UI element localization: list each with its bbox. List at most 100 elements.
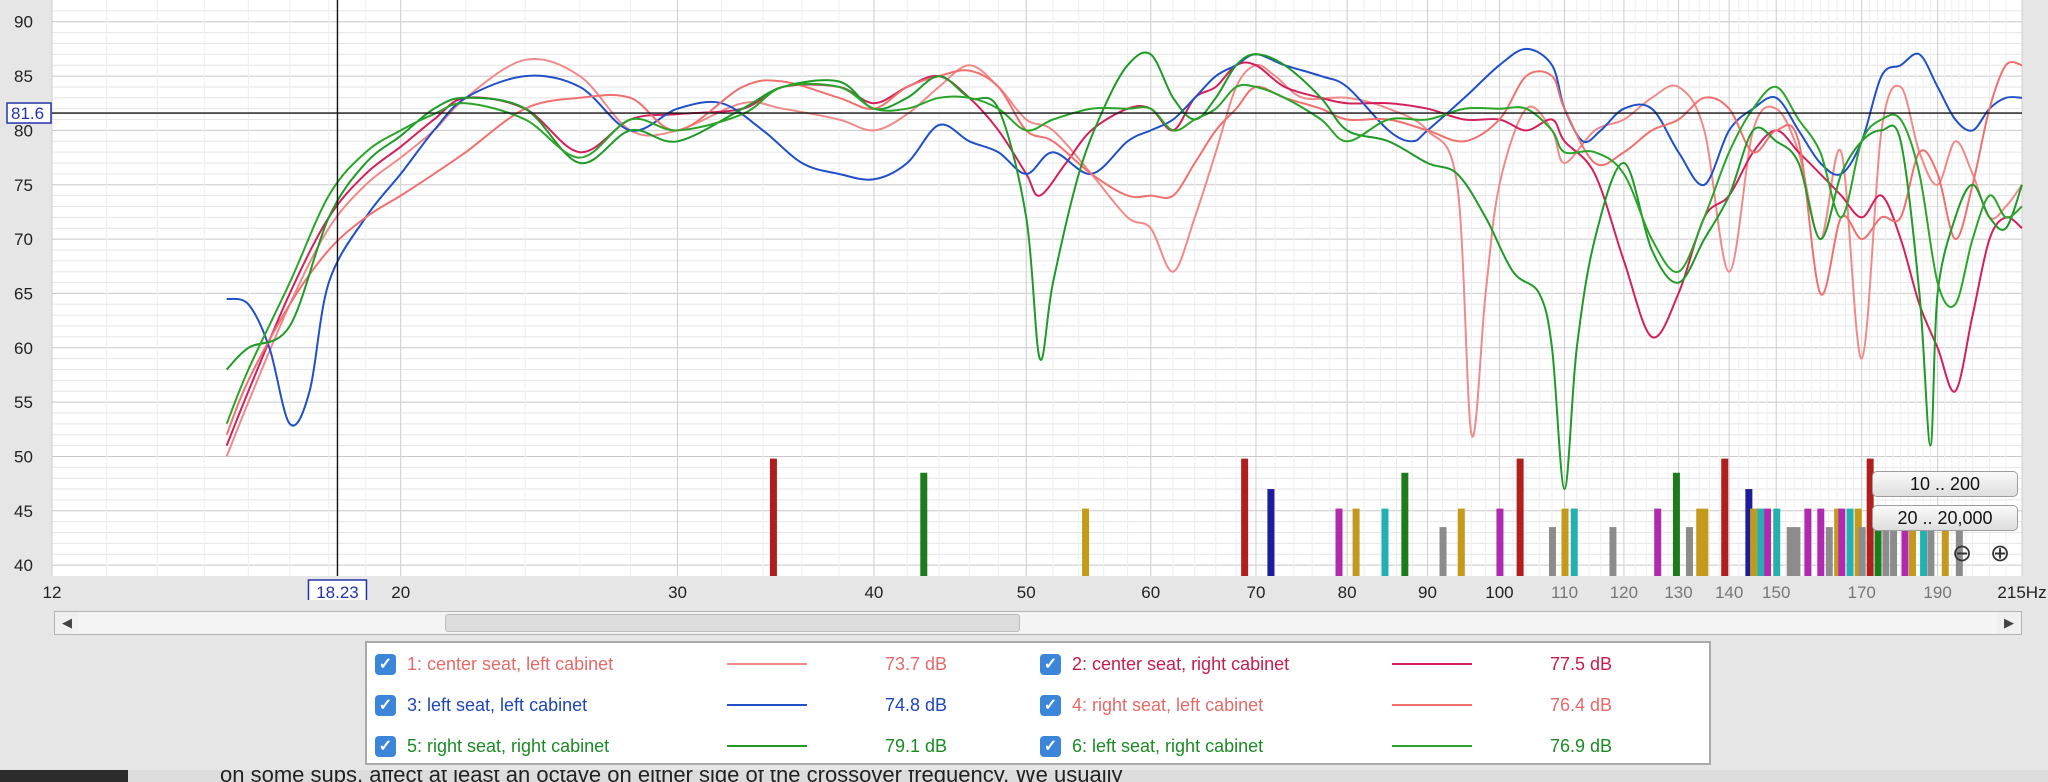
filter-bar (1672, 472, 1680, 576)
y-tick-label: 85 (14, 67, 33, 86)
legend-swatch (1392, 745, 1472, 747)
filter-bar (1609, 527, 1617, 576)
filter-bar (1654, 508, 1662, 576)
filter-bar (1750, 508, 1758, 576)
filter-bar (1858, 527, 1866, 576)
legend-db-value: 76.9 dB (1550, 736, 1613, 756)
checkbox[interactable]: ✓ (375, 653, 396, 675)
legend-swatch (1392, 663, 1472, 665)
cursor-y-readout: 81.6 (11, 104, 44, 123)
y-tick-label: 60 (14, 339, 33, 358)
legend-swatch (727, 745, 807, 747)
zoom-in-icon[interactable]: ⊕ (1986, 540, 2014, 568)
legend-item-2[interactable]: ✓ 2: center seat, right cabinet 77.5 dB (1040, 647, 1612, 681)
legend-label: 6: left seat, right cabinet (1072, 736, 1264, 756)
legend-db-value: 76.4 dB (1550, 695, 1613, 715)
range-20-20000-button[interactable]: 20 .. 20,000 (1872, 505, 2018, 531)
checkbox[interactable]: ✓ (1040, 694, 1061, 716)
filter-bar (1335, 508, 1343, 576)
legend-panel: ✓ 1: center seat, left cabinet 73.7 dB ✓… (365, 641, 1711, 765)
filter-bar (1701, 508, 1709, 576)
checkbox[interactable]: ✓ (1040, 735, 1061, 757)
scroll-thumb[interactable] (445, 614, 1020, 632)
x-tick-label: 80 (1338, 583, 1357, 600)
legend-db-value: 73.7 dB (885, 654, 948, 674)
legend-label: 1: center seat, left cabinet (407, 654, 614, 674)
filter-bar (1846, 508, 1854, 576)
y-tick-label: 50 (14, 447, 33, 466)
x-tick-label: 90 (1418, 583, 1437, 600)
x-tick-label: 30 (668, 583, 687, 600)
filter-bar (1496, 508, 1504, 576)
frequency-response-chart[interactable]: 40 45 50 55 60 65 70 75 80 85 90 81.6 12 20 30 40 50 60 7… (0, 0, 2048, 600)
legend-item-5[interactable]: ✓ 5: right seat, right cabinet 79.1 dB (375, 729, 947, 763)
filter-bar (1457, 508, 1465, 576)
filter-bar (1439, 527, 1447, 576)
checkbox[interactable]: ✓ (1040, 653, 1061, 675)
filter-bar (1570, 508, 1578, 576)
filter-bar (1786, 527, 1794, 576)
legend-label: 4: right seat, left cabinet (1072, 695, 1264, 715)
filter-bar (1757, 508, 1765, 576)
filter-bar (920, 472, 928, 576)
filter-bar (1561, 508, 1569, 576)
x-tick-label: 120 (1610, 583, 1638, 600)
filter-bar (1548, 527, 1556, 576)
filter-bar (1817, 508, 1825, 576)
x-tick-label: 150 (1762, 583, 1790, 600)
x-tick-label: 170 (1847, 583, 1875, 600)
y-tick-label: 55 (14, 393, 33, 412)
zoom-out-icon[interactable]: ⊖ (1948, 540, 1976, 568)
filter-bar (1927, 527, 1935, 576)
filter-bar (1082, 508, 1090, 576)
x-tick-label: 140 (1715, 583, 1743, 600)
range-10-200-button[interactable]: 10 .. 200 (1872, 471, 2018, 497)
cursor-x-readout: 18.23 (316, 583, 359, 600)
filter-bar (1890, 527, 1898, 576)
x-tick-label: 100 (1485, 583, 1513, 600)
y-tick-label: 90 (14, 13, 33, 32)
legend-label: 3: left seat, left cabinet (407, 695, 588, 715)
filter-bar (1381, 508, 1389, 576)
y-tick-label: 40 (14, 556, 33, 575)
x-tick-label: 130 (1664, 583, 1692, 600)
x-tick-label: 40 (864, 583, 883, 600)
filter-bar (1721, 458, 1729, 576)
legend-item-6[interactable]: ✓ 6: left seat, right cabinet 76.9 dB (1040, 729, 1612, 763)
legend-label: 2: center seat, right cabinet (1072, 654, 1290, 674)
x-tick-label: 110 (1551, 583, 1578, 600)
filter-bar (769, 458, 777, 576)
filter-bar (1241, 458, 1249, 576)
filter-bar (1401, 472, 1409, 576)
x-tick-label: 70 (1246, 583, 1265, 600)
legend-label: 5: right seat, right cabinet (407, 736, 610, 756)
horizontal-scrollbar[interactable]: ◀ ▶ (54, 611, 2022, 635)
filter-bar (1352, 508, 1360, 576)
filter-bar (1920, 527, 1928, 576)
filter-bar (1516, 458, 1524, 576)
scroll-right-arrow[interactable]: ▶ (1997, 612, 2021, 634)
legend-item-1[interactable]: ✓ 1: center seat, left cabinet 73.7 dB (375, 647, 947, 681)
filter-bar (1908, 527, 1916, 576)
filter-bar (1267, 489, 1275, 576)
background-article-text: on some subs, affect at least an octave … (220, 770, 1123, 782)
filter-bar (1825, 527, 1833, 576)
legend-db-value: 74.8 dB (885, 695, 948, 715)
legend-item-4[interactable]: ✓ 4: right seat, left cabinet 76.4 dB (1040, 688, 1612, 722)
scroll-left-arrow[interactable]: ◀ (55, 612, 79, 634)
filter-bar (1804, 508, 1812, 576)
legend-item-3[interactable]: ✓ 3: left seat, left cabinet 74.8 dB (375, 688, 947, 722)
checkbox[interactable]: ✓ (375, 735, 396, 757)
legend-db-value: 77.5 dB (1550, 654, 1613, 674)
x-tick-label: 215Hz (1997, 583, 2046, 600)
filter-bar (1685, 527, 1693, 576)
legend-swatch (727, 704, 807, 706)
filter-bar (1793, 527, 1801, 576)
filter-bar (1773, 508, 1781, 576)
background-dark-block (0, 770, 128, 782)
filter-bar (1882, 527, 1890, 576)
checkbox[interactable]: ✓ (375, 694, 396, 716)
background-page-strip: on some subs, affect at least an octave … (0, 770, 2048, 782)
y-axis-ticks: 40 45 50 55 60 65 70 75 80 85 90 81.6 (6, 13, 52, 575)
x-tick-label: 20 (391, 583, 410, 600)
